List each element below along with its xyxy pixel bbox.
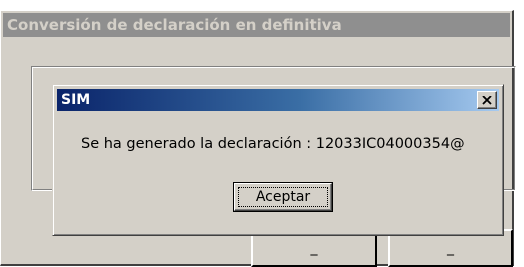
sim-dialog: SIM Se ha generado la declaración : 1203… — [52, 84, 504, 236]
accept-button[interactable]: Aceptar — [233, 182, 333, 212]
parent-button-1-label: _ — [310, 240, 318, 256]
parent-button-2-label: _ — [447, 240, 454, 256]
parent-window-titlebar: Conversión de declaración en definitiva — [3, 13, 510, 37]
close-button[interactable] — [477, 91, 497, 109]
dialog-message: Se ha generado la declaración : 12033IC0… — [81, 136, 465, 152]
dialog-title: SIM — [61, 92, 91, 108]
close-icon — [482, 95, 492, 105]
parent-window-title: Conversión de declaración en definitiva — [7, 16, 342, 34]
accept-button-focus-rect — [238, 187, 328, 207]
dialog-titlebar[interactable]: SIM — [57, 89, 499, 111]
